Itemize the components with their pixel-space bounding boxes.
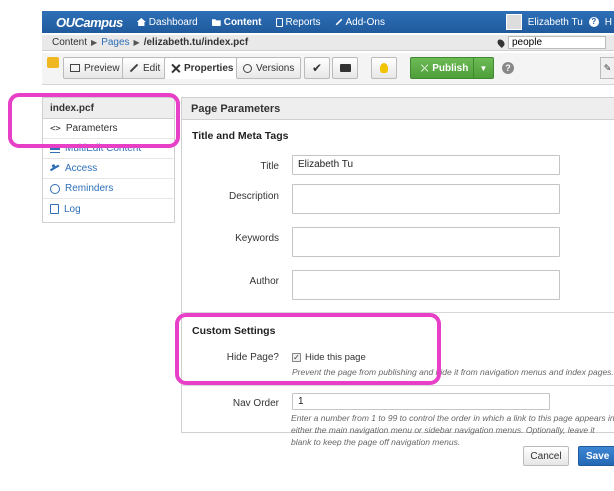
chevron-right-icon: ▶ [133, 38, 140, 47]
sidebar-file-name: index.pcf [43, 98, 174, 119]
monitor-icon [70, 64, 80, 72]
toolbar: Preview Edit Properties Versions ✔ ⤬ Pub… [42, 53, 614, 85]
screenshot-button[interactable] [332, 57, 358, 79]
home-icon [136, 18, 146, 26]
publish-main[interactable]: ⤬ Publish [411, 63, 473, 74]
edit-button[interactable]: Edit [122, 57, 168, 79]
sidebar-item-label: Log [64, 203, 81, 215]
key-icon [48, 162, 61, 175]
code-icon: <> [50, 123, 61, 134]
title-label: Title [260, 161, 279, 172]
suggestion-button[interactable] [371, 57, 397, 79]
properties-label: Properties [184, 62, 234, 74]
nav-add-ons[interactable]: Add-Ons [335, 17, 385, 28]
list-icon [50, 144, 60, 153]
hide-page-checkbox-label: Hide this page [305, 352, 366, 363]
properties-sidebar: index.pcf <> Parameters MultiEdit Conten… [42, 97, 175, 223]
keywords-field[interactable] [292, 227, 560, 257]
properties-button[interactable]: Properties [164, 57, 241, 79]
sidebar-item-multiedit[interactable]: MultiEdit Content [43, 139, 174, 159]
edit-label: Edit [143, 62, 161, 74]
cancel-button[interactable]: Cancel [523, 446, 569, 466]
sidebar-item-parameters[interactable]: <> Parameters [43, 119, 174, 139]
sidebar-item-label: MultiEdit Content [65, 143, 142, 154]
folder-icon [211, 19, 221, 26]
keywords-label: Keywords [235, 233, 279, 244]
title-field[interactable]: Elizabeth Tu [292, 155, 560, 175]
nav-order-label: Nav Order [232, 398, 279, 409]
section-title-custom: Custom Settings [192, 325, 276, 337]
breadcrumb-pages[interactable]: Pages [101, 37, 129, 48]
page-parameters-panel: Page Parameters Title and Meta Tags Titl… [181, 97, 614, 433]
nav-add-ons-label: Add-Ons [345, 16, 385, 28]
description-label: Description [228, 191, 279, 202]
top-navigation: OUCampus Dashboard Content Reports Add-O… [0, 0, 614, 40]
nav-content[interactable]: Content [211, 16, 262, 28]
hide-page-label: Hide Page? [226, 352, 279, 363]
sidebar-item-access[interactable]: Access [43, 159, 174, 179]
preview-button[interactable]: Preview [63, 57, 127, 79]
hide-page-checkbox-row[interactable]: ✓ Hide this page [292, 352, 366, 363]
user-name: Elizabeth Tu [527, 16, 583, 28]
nav-bar: OUCampus Dashboard Content Reports Add-O… [42, 11, 614, 33]
sidebar-item-log[interactable]: Log [43, 199, 174, 219]
section-divider [182, 312, 614, 313]
save-button[interactable]: Save [578, 446, 614, 466]
preview-label: Preview [84, 62, 120, 74]
checkmark-icon: ✔ [311, 61, 323, 75]
sidebar-item-label: Parameters [65, 123, 118, 134]
plug-icon [333, 16, 344, 27]
app-logo[interactable]: OUCampus [56, 15, 123, 30]
user-menu[interactable]: Elizabeth Tu ? H [505, 11, 614, 33]
versions-label: Versions [256, 62, 295, 74]
nav-order-hint: Enter a number from 1 to 99 to control t… [291, 413, 614, 447]
publish-label: Publish [432, 62, 469, 74]
tools-icon [171, 64, 180, 73]
check-button[interactable]: ✔ [304, 57, 330, 79]
more-tools-icon[interactable]: ✎ [600, 57, 614, 79]
lightbulb-icon [380, 63, 388, 73]
versions-button[interactable]: Versions [236, 57, 302, 79]
hide-page-hint: Prevent the page from publishing and hid… [292, 367, 614, 377]
author-label: Author [249, 276, 279, 287]
help-icon[interactable]: ? [502, 62, 514, 74]
hide-page-checkbox[interactable]: ✓ [292, 353, 301, 362]
folder-icon[interactable] [47, 57, 59, 68]
section-title-meta: Title and Meta Tags [192, 130, 289, 142]
description-field[interactable] [292, 184, 560, 214]
help-label[interactable]: H [605, 17, 612, 28]
chevron-right-icon: ▶ [91, 38, 98, 47]
panel-title: Page Parameters [182, 98, 614, 120]
sidebar-item-label: Access [65, 163, 98, 174]
location-pin-icon [496, 37, 506, 48]
nav-dashboard-label: Dashboard [148, 16, 198, 28]
sidebar-item-label: Reminders [65, 183, 114, 194]
camera-icon [339, 64, 351, 72]
breadcrumb-path: /elizabeth.tu/index.pcf [143, 37, 249, 48]
help-icon[interactable]: ? [588, 17, 599, 27]
pencil-icon [129, 63, 139, 73]
publish-icon: ⤬ [421, 62, 429, 73]
sidebar-item-reminders[interactable]: Reminders [43, 179, 174, 199]
reports-icon [275, 17, 283, 27]
breadcrumb-content[interactable]: Content [52, 37, 87, 48]
nav-content-label: Content [223, 16, 262, 28]
history-icon [243, 63, 252, 73]
breadcrumb: Content ▶ Pages ▶ /elizabeth.tu/index.pc… [42, 35, 614, 51]
alarm-icon [50, 183, 60, 194]
author-field[interactable] [292, 270, 560, 300]
nav-order-field[interactable]: 1 [292, 393, 550, 410]
section-divider [182, 385, 614, 386]
nav-reports[interactable]: Reports [275, 16, 321, 28]
search-input[interactable] [508, 36, 606, 49]
avatar [505, 14, 522, 30]
nav-reports-label: Reports [285, 16, 321, 28]
publish-button[interactable]: ⤬ Publish ▼ [410, 57, 494, 79]
search-area [496, 36, 606, 49]
log-icon [50, 204, 59, 214]
publish-dropdown-icon[interactable]: ▼ [473, 58, 493, 78]
nav-dashboard[interactable]: Dashboard [136, 16, 198, 28]
